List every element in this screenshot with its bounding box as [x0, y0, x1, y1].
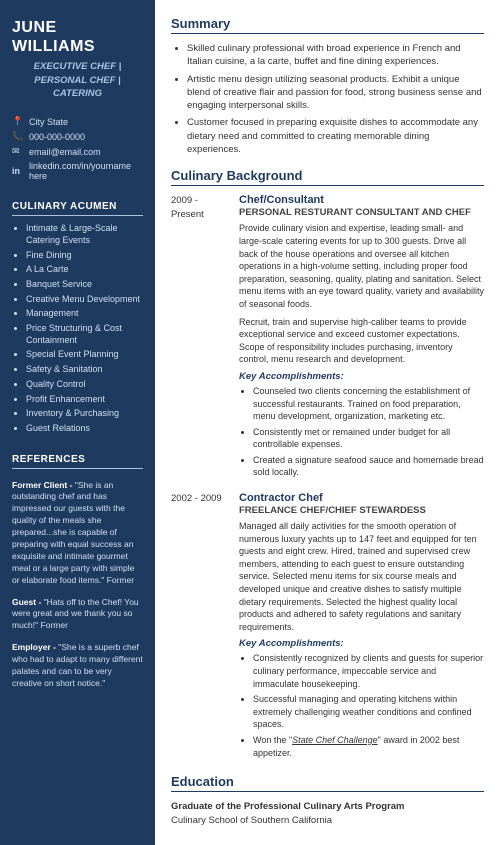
linkedin-text: linkedin.com/in/yourname here [29, 161, 143, 181]
references-section-title: References [12, 454, 143, 469]
candidate-name: JUNE WILLIAMS [12, 18, 143, 56]
accomplishments-list: Counseled two clients concerning the est… [239, 385, 484, 479]
acumen-item: Banquet Service [26, 279, 143, 291]
acumen-item: Inventory & Purchasing [26, 408, 143, 420]
job-title: Chef/Consultant [239, 194, 484, 206]
acumen-item: Creative Menu Development [26, 294, 143, 306]
job-company: Freelance Chef/Chief Stewardess [239, 505, 484, 516]
acumen-item: Intimate & Large-Scale Catering Events [26, 223, 143, 246]
summary-title: Summary [171, 16, 484, 34]
contact-location: 📍 City State [12, 116, 143, 127]
summary-item: Artistic menu design utilizing seasonal … [187, 73, 484, 113]
job-desc2: Recruit, train and supervise high-calibe… [239, 316, 484, 366]
sidebar: JUNE WILLIAMS EXECUTIVE CHEF | PERSONAL … [0, 0, 155, 845]
accomplishment-item: Successful managing and operating kitche… [253, 693, 484, 731]
location-text: City State [29, 117, 68, 127]
acumen-item: Special Event Planning [26, 349, 143, 361]
accomplishments-title: Key Accomplishments: [239, 638, 484, 649]
candidate-title: EXECUTIVE CHEF | PERSONAL CHEF | CATERIN… [12, 60, 143, 100]
contact-phone: 📞 000-000-0000 [12, 131, 143, 142]
job-content: Contractor ChefFreelance Chef/Chief Stew… [239, 492, 484, 762]
job-date: 2002 - 2009 [171, 492, 239, 762]
reference-item: Former Client - "She is an outstanding c… [12, 480, 143, 587]
contact-section: 📍 City State 📞 000-000-0000 ✉ email@emai… [12, 116, 143, 185]
job-company: PERSONAL RESTURANT Consultant and Chef [239, 207, 484, 218]
acumen-item: Price Structuring & Cost Containment [26, 323, 143, 346]
accomplishments-title: Key Accomplishments: [239, 371, 484, 382]
reference-item: Employer - "She is a superb chef who had… [12, 642, 143, 690]
accomplishment-item: Created a signature seafood sauce and ho… [253, 454, 484, 479]
contact-email: ✉ email@email.com [12, 146, 143, 157]
job-date: 2009 -Present [171, 194, 239, 482]
acumen-list: Intimate & Large-Scale Catering Events Fi… [12, 223, 143, 437]
reference-item: Guest - "Hats off to the Chef! You were … [12, 597, 143, 633]
acumen-item: A La Carte [26, 264, 143, 276]
education-degree: Graduate of the Professional Culinary Ar… [171, 801, 405, 812]
jobs-container: 2009 -PresentChef/ConsultantPERSONAL RES… [171, 194, 484, 762]
email-text: email@email.com [29, 147, 101, 157]
summary-item: Skilled culinary professional with broad… [187, 42, 484, 69]
contact-linkedin: in linkedin.com/in/yourname here [12, 161, 143, 181]
acumen-item: Profit Enhancement [26, 394, 143, 406]
location-icon: 📍 [12, 116, 24, 127]
job-desc: Provide culinary vision and expertise, l… [239, 222, 484, 310]
acumen-item: Guest Relations [26, 423, 143, 435]
acumen-item: Quality Control [26, 379, 143, 391]
acumen-item: Safety & Sanitation [26, 364, 143, 376]
education-entry: Graduate of the Professional Culinary Ar… [171, 800, 484, 829]
summary-list: Skilled culinary professional with broad… [171, 42, 484, 156]
job-content: Chef/ConsultantPERSONAL RESTURANT Consul… [239, 194, 484, 482]
job-desc: Managed all daily activities for the smo… [239, 520, 484, 633]
email-icon: ✉ [12, 146, 24, 157]
phone-text: 000-000-0000 [29, 132, 85, 142]
acumen-item: Management [26, 308, 143, 320]
references-section: Former Client - "She is an outstanding c… [12, 480, 143, 700]
accomplishment-item: Counseled two clients concerning the est… [253, 385, 484, 423]
accomplishment-item: Consistently met or remained under budge… [253, 426, 484, 451]
education-item: Graduate of the Professional Culinary Ar… [171, 800, 484, 829]
background-title: Culinary Background [171, 168, 484, 186]
acumen-section-title: CULINARY ACUMEN [12, 201, 143, 216]
education-school: Culinary School of Southern California [171, 815, 332, 826]
job-entry: 2002 - 2009Contractor ChefFreelance Chef… [171, 492, 484, 762]
summary-item: Customer focused in preparing exquisite … [187, 116, 484, 156]
main-content: Summary Skilled culinary professional wi… [155, 0, 500, 845]
accomplishment-item: Consistently recognized by clients and g… [253, 652, 484, 690]
acumen-item: Fine Dining [26, 250, 143, 262]
education-title: Education [171, 774, 484, 792]
phone-icon: 📞 [12, 131, 24, 142]
linkedin-icon: in [12, 166, 24, 176]
job-title: Contractor Chef [239, 492, 484, 504]
accomplishment-item: Won the "State Chef Challenge" award in … [253, 734, 484, 759]
job-entry: 2009 -PresentChef/ConsultantPERSONAL RES… [171, 194, 484, 482]
